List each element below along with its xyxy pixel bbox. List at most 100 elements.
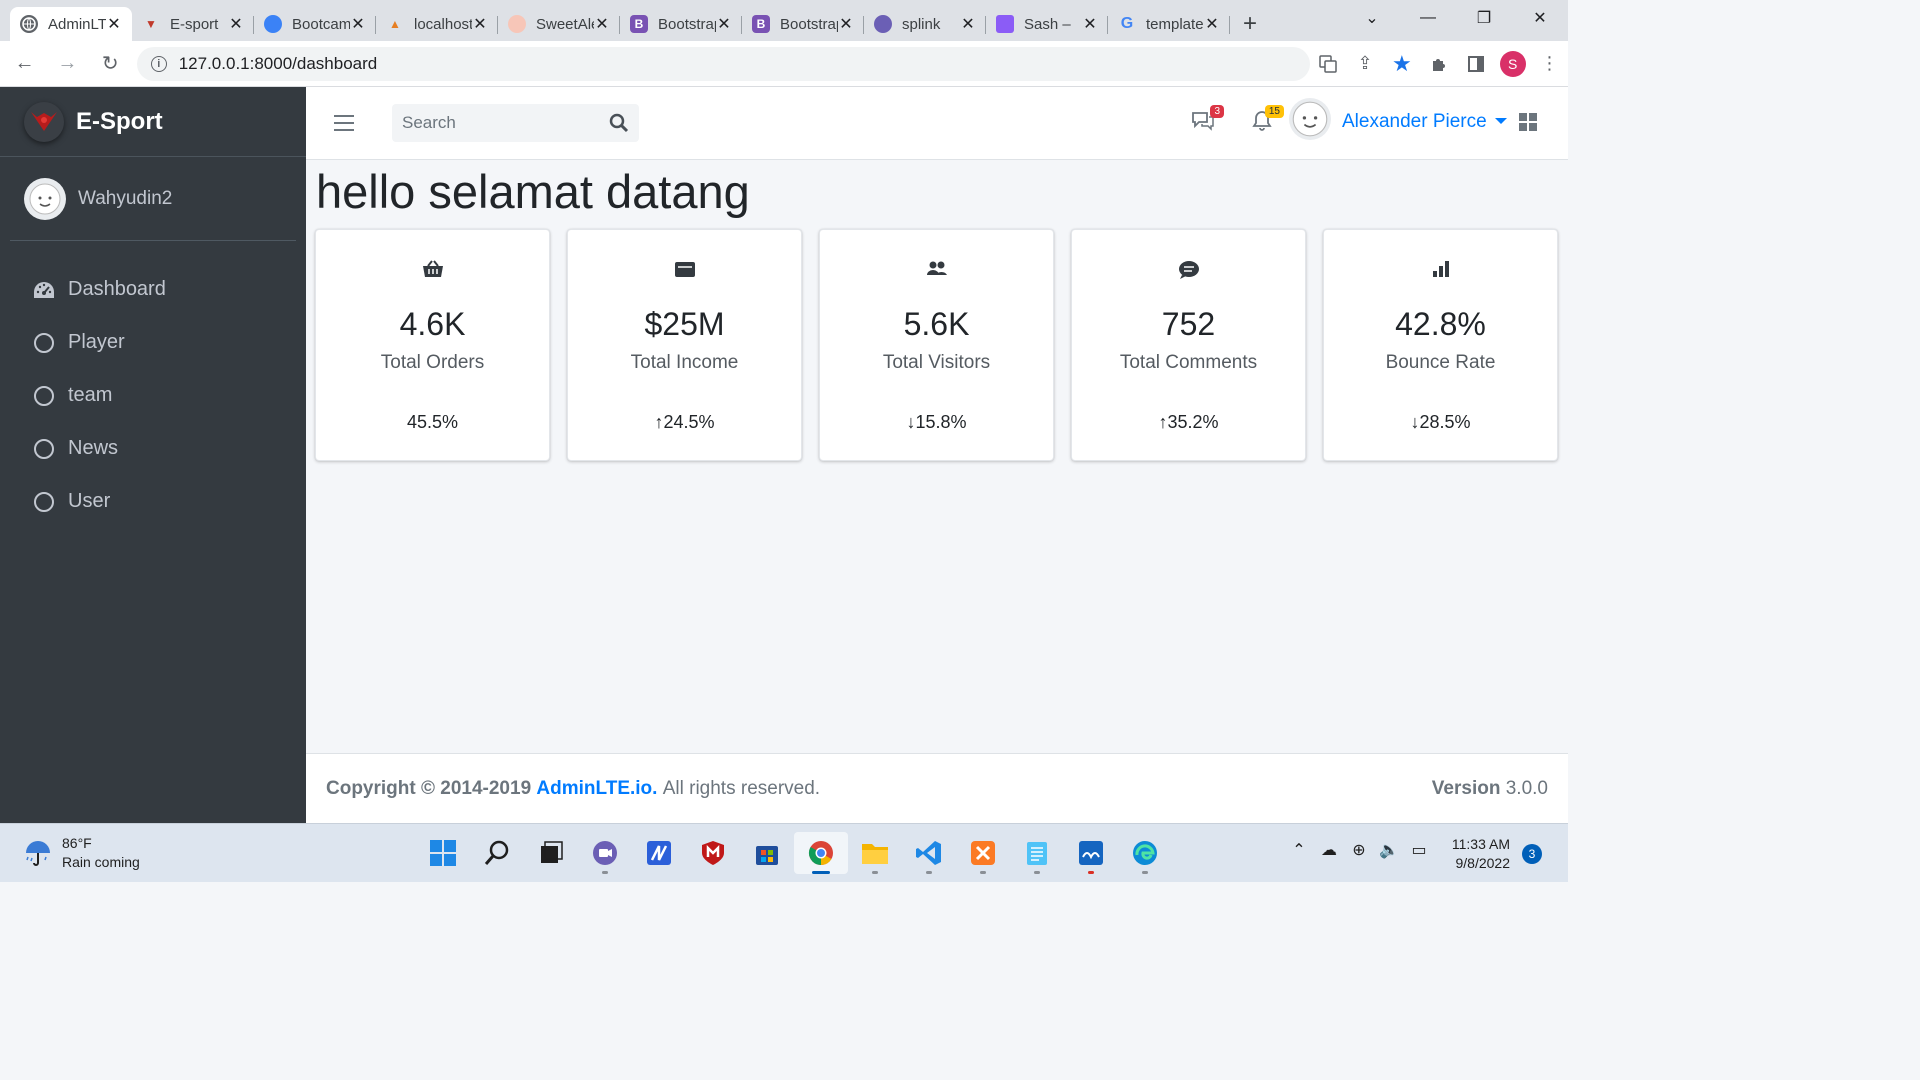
windows-start-icon[interactable] [416, 832, 470, 874]
stat-label: Total Orders [380, 352, 485, 373]
search-input[interactable] [402, 113, 602, 133]
microsoft-store-icon[interactable] [740, 832, 794, 874]
close-tab-icon[interactable]: ✕ [1082, 14, 1098, 34]
back-button[interactable]: ← [6, 44, 43, 84]
chrome-icon[interactable] [794, 832, 848, 874]
close-tab-icon[interactable]: ✕ [106, 14, 122, 34]
close-tab-icon[interactable]: ✕ [594, 14, 610, 34]
sidebar-item-label: Dashboard [68, 278, 166, 300]
pgadmin-icon[interactable] [1064, 832, 1118, 874]
close-tab-icon[interactable]: ✕ [960, 14, 976, 34]
apps-grid-icon[interactable] [1519, 113, 1537, 131]
user-panel[interactable]: Wahyudin2 [10, 157, 296, 241]
stat-change: ↑24.5% [654, 412, 715, 432]
new-tab-button[interactable]: + [1230, 7, 1270, 41]
close-tab-icon[interactable]: ✕ [472, 14, 488, 34]
system-clock[interactable]: 11:33 AM 9/8/2022 [1440, 835, 1510, 873]
minimize-button[interactable]: — [1400, 0, 1456, 36]
speaker-icon[interactable]: 🔈 [1374, 840, 1404, 860]
powerautomate-icon[interactable] [632, 832, 686, 874]
taskbar-apps [416, 832, 1172, 874]
close-tab-icon[interactable]: ✕ [228, 14, 244, 34]
globe-network-icon[interactable]: ⊕ [1344, 840, 1374, 860]
restore-button[interactable]: ❐ [1456, 0, 1512, 36]
profile-avatar[interactable]: S [1494, 44, 1531, 84]
extensions-icon[interactable] [1420, 44, 1457, 84]
chevron-up-icon[interactable]: ⌃ [1284, 840, 1314, 860]
browser-tab[interactable]: Sash – ✕ [986, 7, 1108, 41]
sidebar-nav: Dashboard Player team News User [0, 241, 306, 528]
notification-count-badge[interactable]: 3 [1522, 844, 1542, 864]
sidebar-item-label: Player [68, 331, 125, 353]
copyright-text: Copyright © 2014-2019 [326, 777, 532, 799]
tab-title: E-sport [170, 15, 219, 33]
close-tab-icon[interactable]: ✕ [350, 14, 366, 34]
adminlte-link[interactable]: AdminLTE.io. [536, 778, 657, 800]
browser-tab[interactable]: ▼ E-sport ✕ [132, 7, 254, 41]
sidebar-item-user[interactable]: User [32, 475, 306, 528]
brand-link[interactable]: E-Sport [0, 87, 306, 157]
browser-tab[interactable]: Bootcamp ✕ [254, 7, 376, 41]
stat-value: 752 [1161, 306, 1216, 342]
avatar[interactable] [1289, 98, 1331, 140]
tachometer-icon [32, 278, 56, 302]
task-view-icon[interactable] [524, 832, 578, 874]
circle-icon [32, 331, 56, 355]
user-menu-toggle[interactable]: Alexander Pierce [1342, 111, 1507, 133]
bookmark-star-icon[interactable]: ★ [1383, 44, 1420, 84]
close-tab-icon[interactable]: ✕ [838, 14, 854, 34]
reload-button[interactable]: ↻ [92, 44, 129, 84]
onedrive-cloud-icon[interactable]: ☁ [1314, 840, 1344, 860]
side-panel-icon[interactable] [1457, 44, 1494, 84]
sidebar-item-dashboard[interactable]: Dashboard [32, 263, 306, 316]
rights-text: All rights reserved. [662, 777, 821, 799]
battery-icon[interactable]: ▭ [1404, 840, 1434, 860]
page-title: hello selamat datang [316, 165, 750, 218]
sidebar-item-player[interactable]: Player [32, 316, 306, 369]
translate-icon[interactable] [1310, 44, 1347, 84]
circle-icon [32, 437, 56, 461]
stat-card-bounce: 42.8% Bounce Rate ↓28.5% [1323, 229, 1558, 461]
close-tab-icon[interactable]: ✕ [1204, 14, 1220, 34]
address-bar[interactable]: i 127.0.0.1:8000/dashboard [136, 46, 1310, 81]
window-controls: ⌄ — ❐ ✕ [1344, 0, 1568, 36]
info-icon[interactable]: i [150, 55, 167, 72]
sidebar-item-label: team [68, 384, 113, 406]
mcafee-icon[interactable] [686, 832, 740, 874]
search-icon[interactable] [609, 113, 629, 138]
search-form [392, 104, 639, 142]
browser-tab[interactable]: SweetAlert ✕ [498, 7, 620, 41]
file-explorer-icon[interactable] [848, 832, 902, 874]
notepad-icon[interactable] [1010, 832, 1064, 874]
close-window-button[interactable]: ✕ [1512, 0, 1568, 36]
browser-tab[interactable]: splink ✕ [864, 7, 986, 41]
sidebar-item-team[interactable]: team [32, 369, 306, 422]
browser-tab[interactable]: B Bootstrap ✕ [620, 7, 742, 41]
browser-tab[interactable]: G template ✕ [1108, 7, 1230, 41]
weather-widget[interactable]: 86°F Rain coming [22, 834, 140, 872]
forward-button[interactable]: → [49, 44, 86, 84]
notifications-button[interactable]: 15 [1250, 105, 1284, 139]
browser-menu-icon[interactable]: ⋮ [1531, 44, 1568, 84]
menu-toggle-icon[interactable] [334, 115, 354, 131]
stat-card-visitors: 5.6K Total Visitors ↓15.8% [819, 229, 1054, 461]
splink-icon [874, 15, 892, 33]
edge-icon[interactable] [1118, 832, 1172, 874]
share-icon[interactable]: ⇪ [1347, 44, 1384, 84]
browser-tab[interactable]: B Bootstrap ✕ [742, 7, 864, 41]
browser-tab[interactable]: ▲ localhost ✕ [376, 7, 498, 41]
stat-label: Total Visitors [882, 352, 991, 373]
search-icon[interactable] [470, 832, 524, 874]
tab-title: localhost [414, 15, 472, 33]
stat-card-income: $25M Total Income ↑24.5% [567, 229, 802, 461]
teams-chat-icon[interactable] [578, 832, 632, 874]
xampp-icon[interactable] [956, 832, 1010, 874]
tab-search-chevron-icon[interactable]: ⌄ [1344, 0, 1400, 36]
globe-icon [20, 15, 38, 33]
browser-tab[interactable]: AdminLTE ✕ [10, 7, 132, 41]
sidebar-item-news[interactable]: News [32, 422, 306, 475]
stat-change: ↓28.5% [1410, 412, 1471, 432]
messages-button[interactable]: 3 [1190, 105, 1224, 139]
vscode-icon[interactable] [902, 832, 956, 874]
close-tab-icon[interactable]: ✕ [716, 14, 732, 34]
